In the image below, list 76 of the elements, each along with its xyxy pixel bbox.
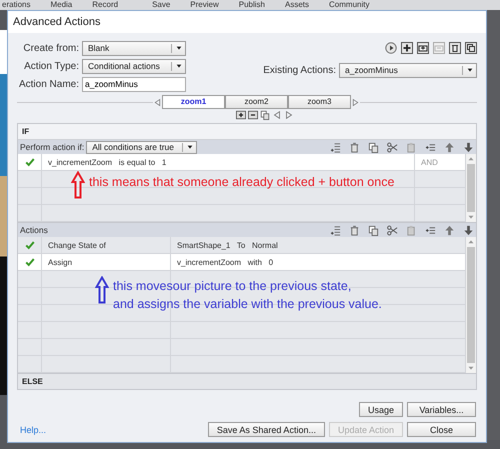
tab[interactable]: zoom3 (288, 95, 351, 109)
table-row[interactable]: Assign v_incrementZoom with 0 (18, 254, 465, 271)
caret-icon (466, 66, 474, 74)
plus-box-icon[interactable] (236, 110, 246, 120)
menu-item[interactable]: Preview (190, 0, 219, 10)
up-arrow-icon[interactable] (444, 142, 455, 152)
trash-icon[interactable] (449, 42, 461, 54)
annotation-text: this means that someone already clicked + button once (88, 174, 394, 191)
cut-icon[interactable] (387, 224, 398, 236)
create-from-dropdown[interactable]: Blank (82, 40, 186, 56)
caret-icon (186, 143, 194, 151)
action-type-dropdown[interactable]: Conditional actions (82, 58, 186, 74)
annotation-text: this movesour picture to the previous state, and assigns the variable with the previous value. (112, 278, 382, 313)
menu-item[interactable]: erations (2, 0, 30, 10)
check-icon[interactable] (24, 157, 34, 167)
table-cell-text: Change State of (47, 240, 106, 250)
add-row-icon[interactable] (330, 224, 341, 236)
table-row[interactable]: v_incrementZoom is equal to 1 AND (18, 154, 465, 171)
table-cell-text: SmartShape_1 To Normal (176, 240, 278, 250)
button[interactable]: Save As Shared Action... (208, 422, 325, 437)
field-label: Action Type: (23, 60, 80, 72)
insert-row-icon[interactable] (425, 142, 436, 152)
plus-icon[interactable] (401, 42, 413, 54)
caret-icon (174, 62, 182, 70)
table-cell-text: Assign (47, 258, 72, 266)
copy-icon[interactable] (368, 224, 379, 236)
down-arrow-icon[interactable] (463, 142, 474, 152)
folder-add-icon[interactable] (417, 42, 429, 54)
play-icon[interactable] (385, 42, 397, 54)
field-label: Perform action if: (20, 142, 86, 152)
table-cell-text: v_incrementZoom is equal to 1 (47, 158, 166, 166)
down-arrow-icon[interactable] (463, 224, 474, 236)
menu-item[interactable]: Save (152, 0, 170, 10)
menu-item[interactable]: Record (92, 0, 118, 10)
menu-item[interactable]: Community (329, 0, 370, 10)
right-triangle-icon[interactable] (284, 110, 294, 120)
right-triangle-icon[interactable] (351, 98, 360, 106)
up-arrow-icon[interactable] (444, 224, 455, 236)
table-row[interactable]: Change State of SmartShape_1 To Normal (18, 237, 465, 254)
help-link[interactable]: Help... (20, 424, 46, 434)
tab[interactable]: zoom1 (162, 95, 225, 109)
cut-icon[interactable] (387, 142, 398, 152)
table-cell-text: v_incrementZoom with 0 (176, 258, 274, 266)
left-triangle-icon[interactable] (153, 98, 162, 106)
check-icon[interactable] (24, 240, 34, 250)
row-trash-icon[interactable] (349, 224, 360, 236)
minus-box-icon[interactable] (248, 110, 258, 120)
button[interactable]: Variables... (407, 402, 476, 417)
section-title: ELSE (17, 374, 477, 390)
scrollbar[interactable] (465, 237, 476, 373)
copy-icon[interactable] (368, 142, 379, 152)
section-title: Actions (20, 225, 49, 235)
field-label: Create from: (22, 42, 80, 54)
left-triangle-icon[interactable] (272, 110, 282, 120)
existing-actions-dropdown[interactable]: a_zoomMinus (339, 62, 477, 78)
add-row-icon[interactable] (330, 142, 341, 152)
caret-icon (174, 44, 182, 52)
field-label: Action Name: (18, 78, 80, 90)
row-trash-icon[interactable] (349, 142, 360, 152)
condition-dropdown[interactable]: All conditions are true (86, 140, 198, 154)
window-title: Advanced Actions (8, 11, 486, 33)
menu-item[interactable]: Media (50, 0, 72, 10)
button[interactable]: Close (407, 422, 476, 437)
duplicate-icon[interactable] (465, 42, 477, 54)
field-label: Existing Actions: (263, 64, 337, 76)
tab[interactable]: zoom2 (225, 95, 288, 109)
insert-row-icon[interactable] (425, 224, 436, 236)
scrollbar[interactable] (465, 154, 476, 222)
menu-item[interactable]: Publish (238, 0, 265, 10)
menu-item[interactable]: Assets (285, 0, 310, 10)
button[interactable]: Usage (358, 402, 403, 417)
action-name-field[interactable]: a_zoomMinus (82, 76, 186, 92)
table-cell-text: AND (420, 158, 438, 166)
check-icon[interactable] (24, 257, 34, 267)
copy-icon[interactable] (260, 110, 270, 120)
section-title: IF (18, 124, 476, 140)
